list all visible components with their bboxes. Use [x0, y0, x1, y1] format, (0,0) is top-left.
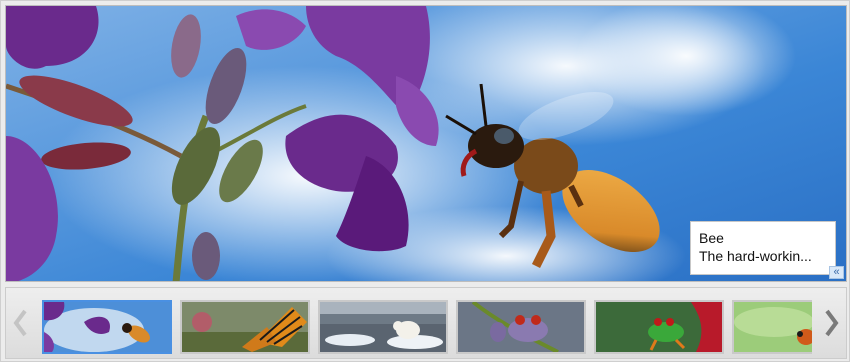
slide-description: The hard-workin... [699, 248, 812, 264]
thumbnail-bee[interactable] [42, 300, 172, 354]
next-button[interactable] [818, 288, 846, 358]
slide-caption: Bee The hard-workin... [690, 221, 836, 275]
polar-bear-thumbnail-image [320, 302, 446, 352]
green-frog-thumbnail-image [596, 302, 722, 352]
butterfly-thumbnail-image [182, 302, 308, 352]
thumbnail-list [42, 300, 812, 358]
thumbnail-polar-bear[interactable] [318, 300, 448, 354]
chevron-left-icon [13, 309, 27, 337]
image-gallery: Bee The hard-workin... « [0, 0, 850, 362]
caption-collapse-button[interactable]: « [829, 266, 844, 279]
chevron-right-icon [825, 309, 839, 337]
main-slide[interactable]: Bee The hard-workin... « [5, 5, 847, 282]
thumbnail-frog-green[interactable] [594, 300, 724, 354]
thumbnail-frog-purple[interactable] [456, 300, 586, 354]
ladybug-thumbnail-image [734, 302, 812, 352]
purple-frog-thumbnail-image [458, 302, 584, 352]
slide-title: Bee [699, 230, 724, 246]
bee-thumbnail-image [44, 302, 170, 352]
prev-button[interactable] [6, 288, 34, 358]
thumbnail-ladybug[interactable] [732, 300, 812, 354]
thumbnail-strip [5, 287, 847, 359]
thumbnail-butterfly[interactable] [180, 300, 310, 354]
